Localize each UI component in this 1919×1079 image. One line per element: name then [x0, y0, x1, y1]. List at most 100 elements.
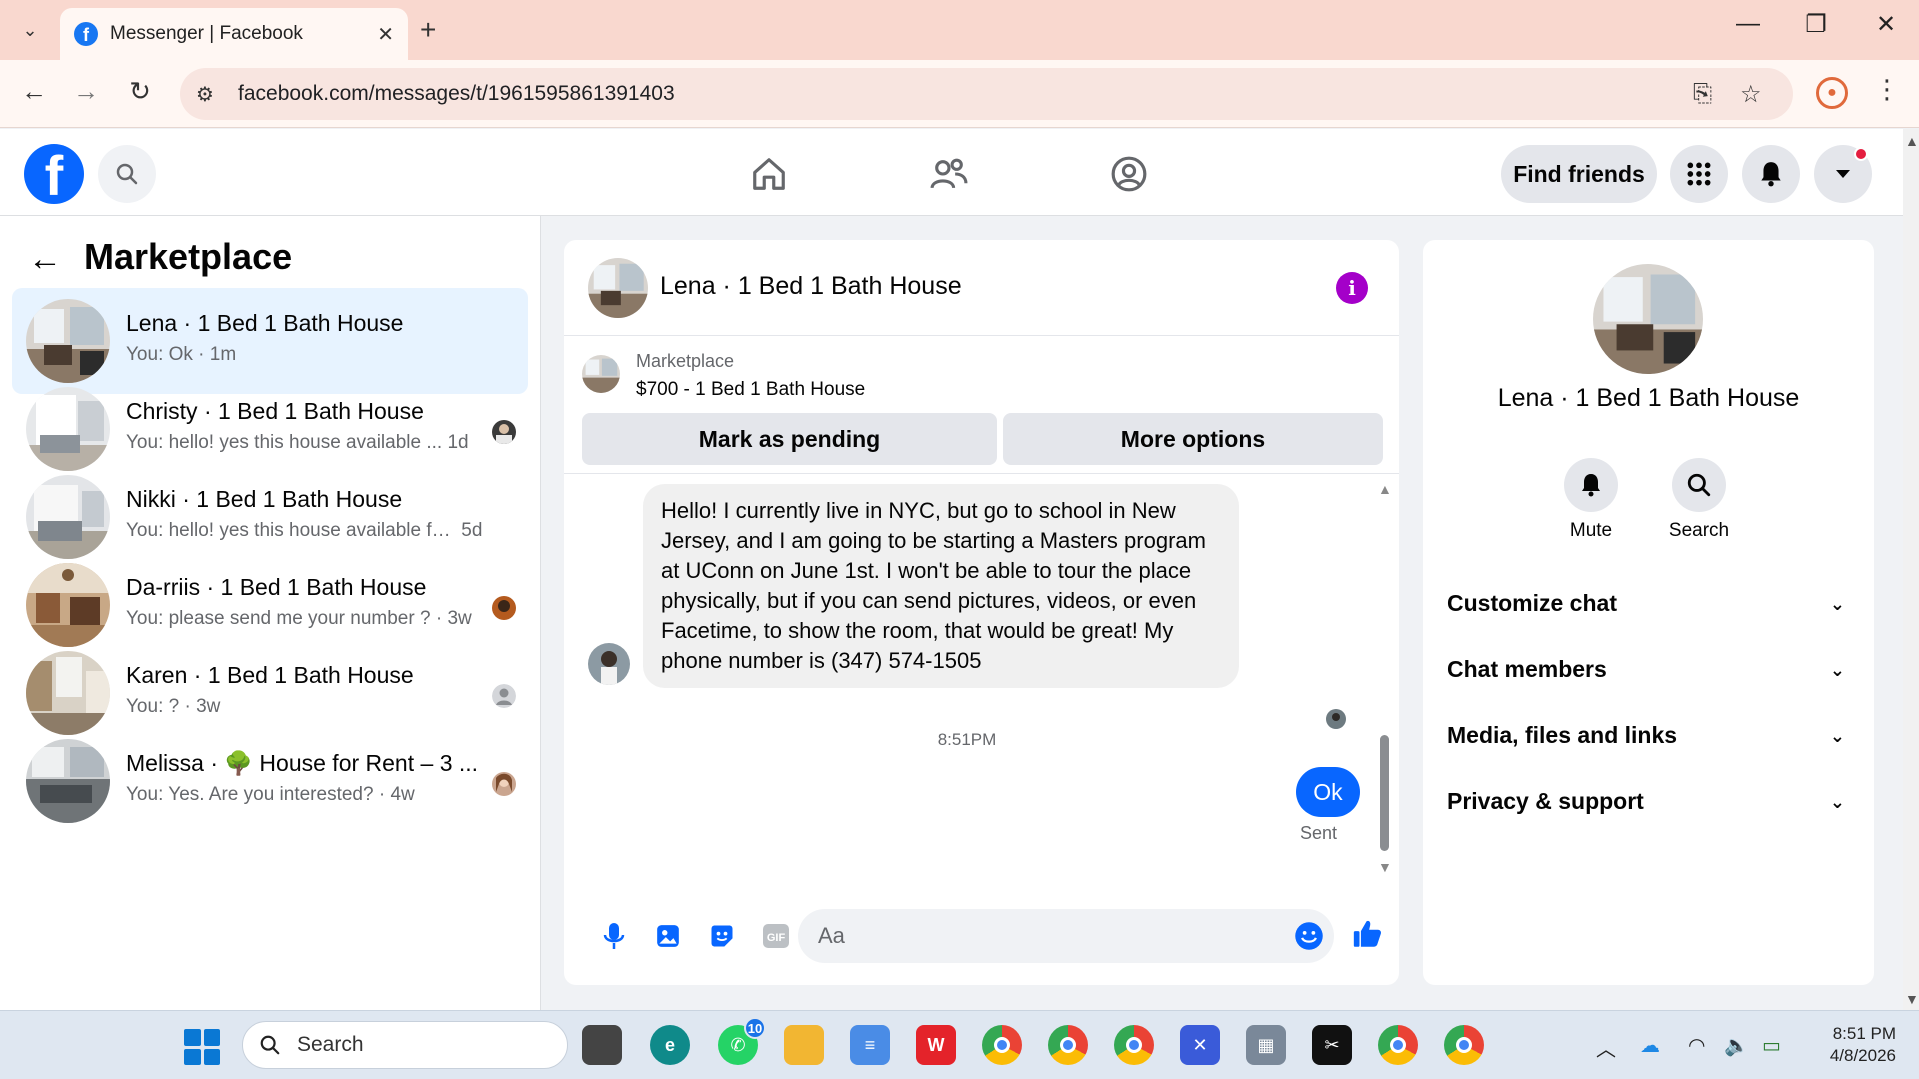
profile-icon[interactable]: ● — [1816, 77, 1848, 109]
new-tab-button[interactable]: + — [420, 14, 436, 46]
chrome-profile-icon[interactable] — [1048, 1025, 1088, 1065]
calculator-icon[interactable]: ▦ — [1246, 1025, 1286, 1065]
conversation-time: 3w — [447, 608, 472, 629]
customize-chat-row[interactable]: Customize chat ⌄ — [1447, 590, 1853, 630]
scroll-up-icon[interactable]: ▲ — [1905, 133, 1919, 149]
conversation-snippet: You: ? · 3w — [126, 696, 221, 717]
close-window-icon[interactable]: ✕ — [1866, 10, 1906, 39]
chat-header: Lena · 1 Bed 1 Bath House i — [564, 240, 1399, 336]
thread-scrollbar[interactable]: ▲ ▼ — [1376, 475, 1392, 875]
battery-icon[interactable]: ▭ — [1762, 1033, 1781, 1058]
forward-icon[interactable]: → — [66, 76, 106, 107]
task-view-icon[interactable] — [582, 1025, 622, 1065]
account-dropdown-icon[interactable] — [1814, 145, 1872, 203]
browser-tab-messenger[interactable]: f Messenger | Facebook ✕ — [60, 8, 408, 60]
facebook-logo-icon[interactable]: f — [24, 144, 84, 204]
more-options-button[interactable]: More options — [1003, 413, 1383, 465]
address-bar[interactable]: ⚙ facebook.com/messages/t/19615958613914… — [180, 68, 1793, 120]
microphone-icon[interactable] — [598, 920, 630, 952]
page-scrollbar[interactable]: ▲ ▼ — [1903, 129, 1919, 1010]
chrome-profile-f-icon[interactable] — [1114, 1025, 1154, 1065]
listing-thumbnail — [26, 299, 110, 383]
find-friends-button[interactable]: Find friends — [1501, 145, 1657, 203]
app-x-icon[interactable]: ✕ — [1180, 1025, 1220, 1065]
chat-title[interactable]: Lena · 1 Bed 1 Bath House — [660, 272, 962, 301]
chevron-down-icon: ⌄ — [1829, 792, 1845, 812]
listing-title[interactable]: $700 - 1 Bed 1 Bath House — [636, 379, 865, 401]
friends-icon[interactable] — [924, 151, 974, 197]
browser-menu-icon[interactable]: ⋮ — [1874, 74, 1900, 105]
minimize-icon[interactable]: — — [1728, 10, 1768, 38]
listing-thumbnail — [26, 739, 110, 823]
tab-list-chevron-icon[interactable]: ⌄ — [10, 12, 50, 48]
seen-avatar — [492, 420, 516, 444]
privacy-support-row[interactable]: Privacy & support ⌄ — [1447, 788, 1853, 828]
photo-icon[interactable] — [652, 920, 684, 952]
search-icon — [1672, 458, 1726, 512]
scroll-thumb[interactable] — [1380, 735, 1389, 851]
emoji-icon[interactable] — [1294, 921, 1324, 951]
marketplace-label: Marketplace — [636, 351, 735, 371]
windows-start-icon[interactable] — [184, 1029, 220, 1065]
conversation-info-panel: Lena · 1 Bed 1 Bath House Mute Search Cu… — [1423, 240, 1874, 985]
thumbs-up-icon[interactable] — [1350, 916, 1386, 952]
search-icon[interactable] — [98, 145, 156, 203]
capcut-icon[interactable]: ✂ — [1312, 1025, 1352, 1065]
search-label: Search — [1668, 520, 1730, 541]
url-text[interactable]: facebook.com/messages/t/1961595861391403 — [238, 82, 675, 106]
listing-thumbnail[interactable] — [582, 355, 620, 393]
mute-button[interactable]: Mute — [1551, 458, 1631, 542]
marketplace-listing-bar: Marketplace $700 - 1 Bed 1 Bath House Ma… — [564, 337, 1399, 474]
scroll-down-icon[interactable]: ▼ — [1905, 991, 1919, 1007]
search-conversation-button[interactable]: Search — [1659, 458, 1739, 542]
conversation-name: Nikki · 1 Bed 1 Bath House — [126, 486, 403, 512]
home-icon[interactable] — [744, 151, 794, 197]
tab-title: Messenger | Facebook — [110, 23, 303, 44]
sender-avatar[interactable] — [588, 643, 630, 685]
restore-window-icon[interactable]: ❐ — [1796, 10, 1836, 39]
whatsapp-icon[interactable]: ✆ 10 — [718, 1017, 766, 1065]
scroll-up-icon[interactable]: ▲ — [1378, 481, 1392, 497]
conversation-name: Melissa · 🌳 House for Rent – 3 ... — [126, 750, 479, 776]
system-clock[interactable]: 8:51 PM 4/8/2026 — [1810, 1023, 1896, 1067]
section-label: Chat members — [1447, 656, 1607, 682]
edge-browser-icon[interactable]: e — [650, 1025, 690, 1065]
conversation-time: 1m — [209, 344, 237, 365]
sticker-icon[interactable] — [706, 920, 738, 952]
chrome-active-icon[interactable] — [1444, 1025, 1484, 1065]
back-arrow-icon[interactable]: ← — [28, 240, 62, 279]
conversation-item-melissa[interactable]: Melissa · 🌳 House for Rent – 3 ... You: … — [12, 728, 528, 834]
menu-grid-icon[interactable] — [1670, 145, 1728, 203]
conversation-info-icon[interactable]: i — [1336, 272, 1368, 304]
chat-avatar[interactable] — [588, 258, 648, 318]
taskbar-search-label: Search — [297, 1033, 364, 1056]
notifications-bell-icon[interactable] — [1742, 145, 1800, 203]
tab-close-icon[interactable]: ✕ — [377, 22, 394, 47]
back-icon[interactable]: ← — [14, 76, 54, 107]
volume-icon[interactable]: 🔈 — [1724, 1033, 1749, 1058]
groups-icon[interactable] — [1104, 151, 1154, 197]
onedrive-cloud-icon[interactable]: ☁ — [1640, 1033, 1660, 1058]
message-input[interactable] — [818, 921, 1258, 951]
scroll-down-icon[interactable]: ▼ — [1378, 859, 1392, 875]
wps-office-icon[interactable]: W — [916, 1025, 956, 1065]
bookmark-star-icon[interactable]: ☆ — [1740, 80, 1762, 109]
site-info-icon[interactable]: ⚙ — [196, 82, 222, 107]
conversation-snippet: You: hello! yes this house available ...… — [126, 432, 469, 453]
tray-chevron-up-icon[interactable]: ︿ — [1596, 1033, 1616, 1062]
media-files-links-row[interactable]: Media, files and links ⌄ — [1447, 722, 1853, 762]
wifi-icon[interactable]: ◠ — [1688, 1033, 1705, 1058]
chrome-icon[interactable] — [982, 1025, 1022, 1065]
mark-as-pending-button[interactable]: Mark as pending — [582, 413, 997, 465]
chat-members-row[interactable]: Chat members ⌄ — [1447, 656, 1853, 696]
file-explorer-icon[interactable] — [784, 1025, 824, 1065]
taskbar-search[interactable]: Search — [242, 1021, 568, 1069]
notification-dot — [1854, 147, 1868, 161]
install-app-icon[interactable]: ⎘ — [1693, 80, 1712, 108]
chrome-profile-2-icon[interactable] — [1378, 1025, 1418, 1065]
gif-icon[interactable]: GIF — [760, 920, 792, 952]
clock-time: 8:51 PM — [1832, 1024, 1896, 1043]
reload-icon[interactable]: ↻ — [120, 76, 160, 107]
notepad-icon[interactable]: ≡ — [850, 1025, 890, 1065]
profile-avatar[interactable] — [1593, 264, 1703, 374]
